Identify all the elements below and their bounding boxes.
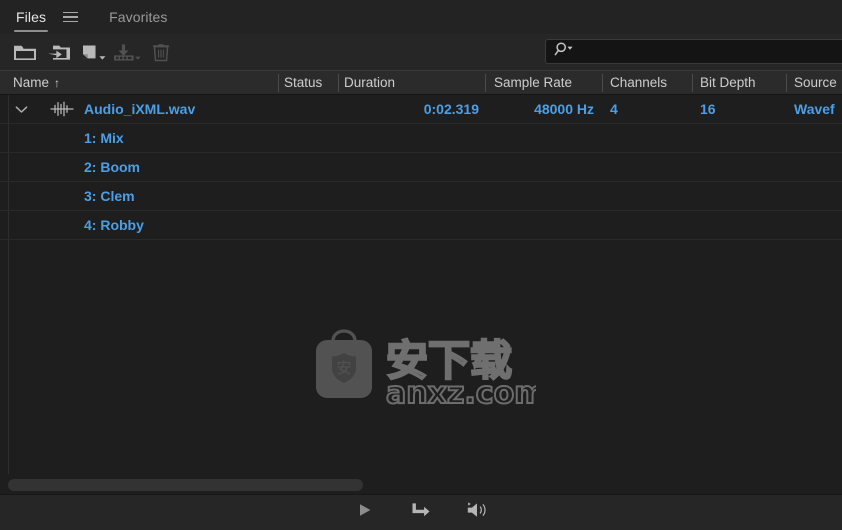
tab-favorites[interactable]: Favorites: [107, 0, 169, 34]
hamburger-line: [63, 16, 79, 18]
search-field-container: [545, 39, 842, 64]
cell-channels: 4: [610, 101, 618, 117]
column-header-duration[interactable]: Duration: [344, 71, 395, 95]
tab-favorites-label: Favorites: [109, 9, 168, 25]
cell-name: 4: Robby: [84, 217, 144, 233]
files-list: Audio_iXML.wav 0:02.319 48000 Hz 4 16 Wa…: [0, 95, 842, 474]
cell-bit-depth: 16: [700, 101, 716, 117]
speaker-auto-play-icon: [465, 501, 489, 524]
column-divider[interactable]: [485, 74, 486, 92]
column-header-channels[interactable]: Channels: [610, 71, 667, 95]
files-toolbar: [0, 34, 842, 70]
sort-ascending-icon: ↑: [54, 76, 61, 90]
close-selected-files-button[interactable]: [144, 37, 178, 67]
transport-bar: [0, 494, 842, 530]
column-header-sample-rate[interactable]: Sample Rate: [494, 71, 572, 95]
cell-name: 1: Mix: [84, 130, 124, 146]
cell-status: [284, 95, 334, 123]
cell-source: Wavef: [794, 101, 835, 117]
import-file-button[interactable]: [42, 37, 76, 67]
hamburger-line: [63, 11, 79, 14]
search-input[interactable]: [582, 43, 816, 60]
panel-menu-icon[interactable]: [63, 0, 79, 34]
table-row[interactable]: 3: Clem: [0, 182, 842, 210]
cell-name: Audio_iXML.wav: [84, 101, 196, 117]
tab-files[interactable]: Files: [14, 0, 49, 34]
auto-play-button[interactable]: [462, 500, 492, 526]
table-row[interactable]: 4: Robby: [0, 211, 842, 239]
column-divider[interactable]: [602, 74, 603, 92]
play-triangle-icon: [357, 502, 373, 523]
cell-name: 3: Clem: [84, 188, 135, 204]
hamburger-line: [63, 20, 79, 23]
column-header-name[interactable]: Name ↑: [13, 71, 60, 95]
column-header-source[interactable]: Source: [794, 71, 837, 95]
column-header-bit-depth[interactable]: Bit Depth: [700, 71, 756, 95]
horizontal-scrollbar-track[interactable]: [0, 474, 842, 494]
column-header-status[interactable]: Status: [284, 71, 322, 95]
insert-into-multitrack-transport-button[interactable]: [406, 500, 436, 526]
column-divider[interactable]: [278, 74, 279, 92]
tab-files-label: Files: [16, 9, 47, 25]
tab-spacer: [81, 17, 107, 18]
search-box[interactable]: [545, 39, 842, 64]
new-file-button[interactable]: [76, 37, 110, 67]
horizontal-scrollbar-thumb[interactable]: [8, 479, 363, 491]
panel-tab-strip: Files Favorites: [0, 0, 842, 34]
table-row[interactable]: 2: Boom: [0, 153, 842, 181]
watermark: 安 安下载 anxz.com: [306, 329, 546, 412]
folder-icon: [13, 43, 37, 62]
play-button[interactable]: [350, 500, 380, 526]
open-file-button[interactable]: [8, 37, 42, 67]
column-divider[interactable]: [786, 74, 787, 92]
cell-duration: 0:02.319: [423, 101, 479, 117]
watermark-latin-text: anxz.com: [386, 376, 536, 411]
insert-into-multitrack-button[interactable]: [110, 37, 144, 67]
column-divider[interactable]: [338, 74, 339, 92]
cell-name: 2: Boom: [84, 159, 140, 175]
waveform-icon: [50, 95, 74, 123]
folder-import-arrow-icon: [47, 43, 71, 62]
table-row[interactable]: 1: Mix: [0, 124, 842, 152]
trash-icon: [152, 42, 170, 62]
column-header-name-label: Name: [13, 75, 50, 90]
files-panel: Files Favorites Name ↑ Status Duration S…: [0, 0, 842, 530]
new-file-dropdown-icon: [80, 43, 106, 62]
table-row[interactable]: Audio_iXML.wav 0:02.319 48000 Hz 4 16 Wa…: [0, 95, 842, 123]
insert-multitrack-dropdown-icon: [113, 43, 141, 62]
column-divider[interactable]: [692, 74, 693, 92]
insert-arrow-icon: [410, 501, 432, 524]
row-separator: [0, 239, 842, 240]
watermark-cjk-text: 安下载: [386, 336, 512, 385]
search-dropdown-icon[interactable]: [554, 41, 576, 62]
chevron-down-icon[interactable]: [13, 95, 29, 123]
svg-text:安: 安: [336, 359, 351, 377]
cell-sample-rate: 48000 Hz: [534, 101, 594, 117]
column-header-row: Name ↑ Status Duration Sample Rate Channe…: [0, 70, 842, 95]
